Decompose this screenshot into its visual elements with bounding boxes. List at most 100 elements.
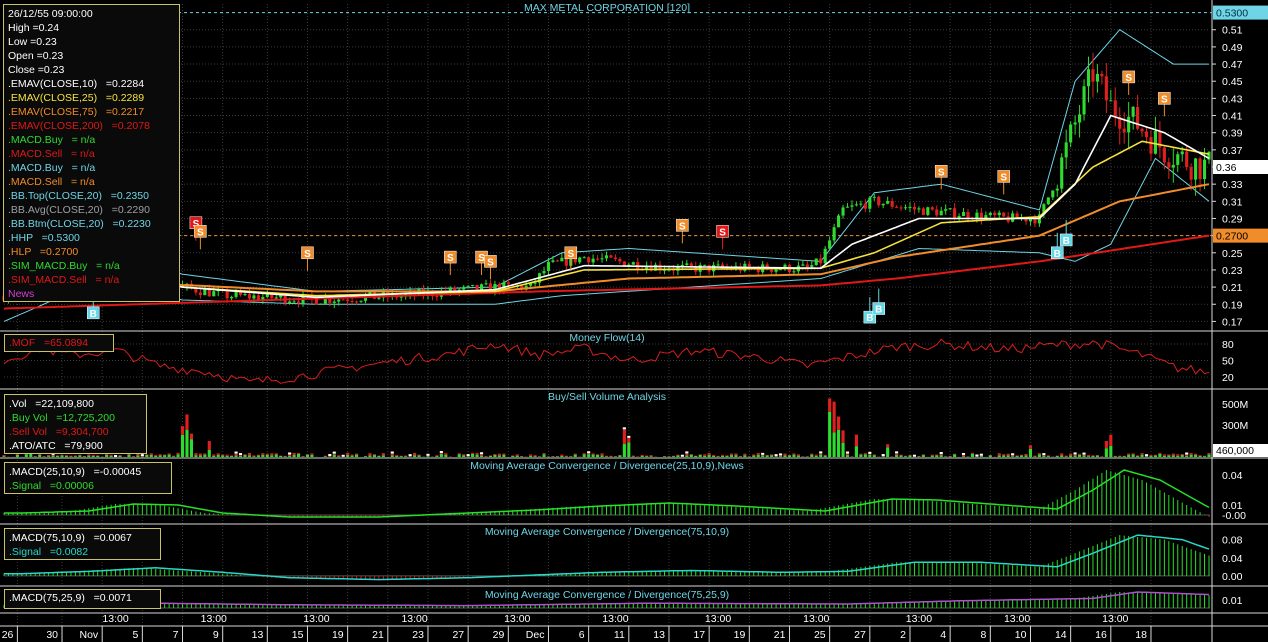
ato-volume-bar [1185, 452, 1189, 455]
sell-volume-bar [529, 454, 533, 456]
sell-volume-bar [1073, 454, 1077, 456]
info-bb-btm: .BB.Btm(CLOSE,20) =0.2230 [8, 218, 151, 230]
candle-body [908, 206, 912, 208]
sell-volume-bar [591, 453, 595, 455]
buy-volume-bar [667, 456, 671, 457]
candle-body [1028, 219, 1033, 222]
candle-body [801, 264, 805, 266]
candle-body [1171, 164, 1175, 168]
candle-body [988, 212, 992, 216]
sell-volume-bar [676, 454, 680, 456]
buy-volume-bar [149, 454, 153, 457]
price-tick-label: 0.43 [1222, 93, 1243, 105]
date-label: 5 [133, 629, 139, 641]
buy-volume-bar [372, 455, 376, 457]
buy-volume-bar [288, 455, 292, 457]
buy-volume-bar [1131, 454, 1135, 457]
buy-volume-bar [1162, 455, 1166, 457]
candle-body [332, 301, 336, 303]
buy-volume-bar [770, 455, 774, 457]
sell-volume-bar [1185, 454, 1189, 456]
date-label: 2 [900, 629, 906, 641]
info-macd-sell-2: .MACD.Sell = n/a [8, 176, 95, 188]
ato-volume-bar [288, 452, 292, 455]
candle-body [899, 207, 903, 209]
candle-body [1095, 73, 1099, 82]
sell-volume-bar [1069, 453, 1073, 456]
sell-volume-bar [1104, 441, 1108, 449]
ato-volume-bar [587, 451, 591, 454]
candle-body [1100, 73, 1104, 77]
sell-volume-bar [368, 453, 372, 456]
candle-body [814, 258, 818, 266]
macd1-panel[interactable] [3, 469, 1210, 518]
candle-body [359, 300, 363, 302]
buy-volume-bar [24, 454, 28, 457]
buy-signal-label: B [1063, 236, 1070, 247]
buy-volume-bar [87, 455, 91, 457]
sell-volume-bar [328, 456, 332, 457]
sell-volume-bar [163, 454, 167, 456]
info-macd-sell: .MACD.Sell = n/a [8, 148, 95, 160]
buy-volume-bar [471, 453, 475, 457]
buy-volume-bar [1104, 448, 1108, 457]
sell-volume-bar [783, 453, 787, 456]
sell-volume-bar [542, 453, 546, 455]
candle-body [466, 285, 470, 287]
buy-volume-bar [1002, 455, 1006, 457]
volume-panel[interactable] [2, 398, 1211, 457]
buy-volume-bar [180, 434, 185, 457]
macd2-panel[interactable] [3, 534, 1210, 581]
buy-volume-bar [613, 456, 617, 457]
ato-volume-bar [622, 427, 626, 430]
buy-volume-bar [1127, 455, 1131, 457]
sell-volume-bar [863, 453, 867, 455]
sell-volume-bar [73, 455, 77, 457]
buy-volume-bar [145, 454, 149, 457]
buy-volume-bar [542, 454, 546, 457]
sell-volume-bar [587, 453, 591, 455]
sell-volume-bar [109, 454, 113, 456]
macd2-tick-label: 0.08 [1222, 535, 1243, 547]
buy-volume-bar [832, 432, 836, 457]
vol-sell: .Sell Vol =9,304,700 [9, 426, 109, 438]
ato-volume-bar [895, 451, 899, 454]
sell-volume-bar [1064, 455, 1068, 457]
buy-volume-bar [899, 455, 903, 457]
buy-volume-bar [444, 454, 448, 457]
sell-signal-label: S [478, 253, 485, 264]
buy-volume-bar [881, 456, 885, 457]
date-label: 19 [734, 629, 746, 641]
stock-chart[interactable]: B BBBBSSS S S SSSSS SSS 0.170.190.210.230.250… [0, 0, 1268, 642]
sell-volume-bar [796, 454, 800, 456]
candle-body [1069, 124, 1073, 143]
sell-volume-bar [1095, 455, 1099, 456]
ato-volume-bar [868, 451, 872, 454]
candle-body [881, 203, 885, 206]
sell-volume-bar [832, 401, 836, 433]
sell-volume-bar [256, 454, 260, 456]
buy-volume-bar [1109, 445, 1113, 457]
buy-volume-bar [886, 447, 890, 457]
candle-body [1176, 154, 1180, 165]
ato-volume-bar [680, 454, 684, 457]
buy-volume-bar [1082, 455, 1086, 457]
buy-volume-bar [33, 456, 37, 457]
sell-volume-bar [194, 453, 198, 456]
buy-volume-bar [163, 455, 167, 457]
buy-volume-bar [564, 456, 568, 457]
buy-volume-bar [346, 454, 350, 457]
candle-body [319, 303, 323, 305]
candle-body [355, 301, 359, 303]
vol-total: .Vol =22,109,800 [9, 398, 94, 410]
sell-volume-bar [243, 454, 247, 455]
candle-body [832, 227, 836, 241]
sell-volume-bar [1118, 455, 1122, 457]
buy-volume-bar [988, 455, 992, 457]
info-low: Low =0.23 [8, 36, 57, 48]
buy-volume-bar [127, 454, 131, 457]
sell-volume-bar [872, 454, 876, 456]
buy-volume-bar [488, 455, 493, 457]
sell-volume-bar [515, 454, 519, 456]
sell-volume-bar [743, 453, 747, 456]
